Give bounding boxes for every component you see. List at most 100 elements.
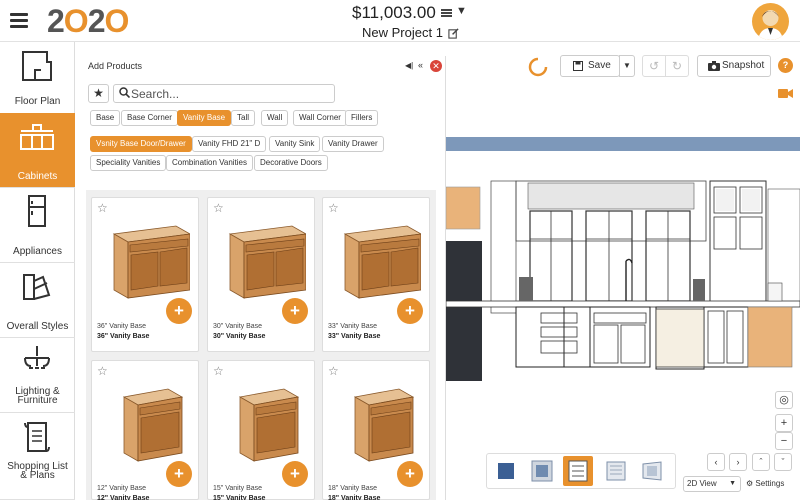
pan-down-icon[interactable]: ˇ bbox=[774, 453, 792, 471]
kitchen-elevation-view[interactable] bbox=[446, 151, 800, 381]
add-product-button[interactable]: + bbox=[282, 461, 308, 487]
product-name: 15" Vanity Base bbox=[213, 485, 263, 492]
pan-left-icon[interactable]: ‹ bbox=[707, 453, 725, 471]
product-card[interactable]: ☆ +36" Vanity Base 36" Vanity Base bbox=[91, 197, 199, 352]
appliances-icon bbox=[28, 195, 46, 227]
sidebar-item-label: Cabinets bbox=[17, 171, 58, 182]
save-options-chevron-icon[interactable]: ▼ bbox=[619, 55, 635, 77]
zoom-out-button[interactable]: − bbox=[775, 432, 793, 450]
settings-button[interactable]: ⚙ Settings bbox=[746, 476, 792, 492]
hamburger-menu-icon[interactable] bbox=[10, 13, 28, 28]
favorites-star-icon[interactable]: ★ bbox=[88, 84, 109, 103]
snapshot-label: Snapshot bbox=[722, 60, 765, 71]
collapse-icon[interactable]: « bbox=[418, 60, 428, 70]
pin-icon[interactable]: ◀| bbox=[405, 61, 415, 71]
list-icon[interactable] bbox=[441, 8, 452, 18]
snapshot-button[interactable]: Snapshot bbox=[697, 55, 771, 77]
close-icon[interactable]: ✕ bbox=[430, 60, 442, 72]
zoom-in-button[interactable]: + bbox=[775, 414, 793, 432]
product-card[interactable]: ☆ +18" Vanity Base 18" Vanity Base bbox=[322, 360, 430, 500]
view-elevation-icon[interactable] bbox=[563, 456, 593, 486]
product-name: 12" Vanity Base bbox=[97, 485, 147, 492]
subcategory-chip[interactable]: Speciality Vanities bbox=[90, 155, 167, 171]
left-sidebar: Floor Plan Cabinets Appliances Overall S… bbox=[0, 42, 75, 500]
sidebar-item-lighting[interactable]: Lighting & Furniture bbox=[0, 338, 75, 413]
chevron-down-icon[interactable]: ▼ bbox=[456, 5, 467, 17]
shopping-list-icon bbox=[24, 422, 50, 452]
locate-icon[interactable]: ◎ bbox=[775, 391, 793, 409]
edit-icon[interactable] bbox=[448, 28, 459, 39]
sidebar-item-label: Floor Plan bbox=[14, 96, 61, 107]
top-header: 2O2O $11,003.00 ▼ New Project 1 bbox=[0, 0, 800, 42]
project-price[interactable]: $11,003.00 bbox=[352, 3, 436, 23]
add-product-button[interactable]: + bbox=[397, 461, 423, 487]
sidebar-item-appliances[interactable]: Appliances bbox=[0, 188, 75, 263]
cabinet-image bbox=[333, 212, 423, 304]
styles-icon bbox=[23, 274, 51, 300]
subcategory-chip[interactable]: Vanity Sink bbox=[269, 136, 321, 152]
sidebar-item-shopping-list[interactable]: Shopping List & Plans bbox=[0, 413, 75, 500]
cabinets-icon bbox=[20, 124, 54, 150]
pan-controls: ‹ › ˆ ˇ bbox=[707, 453, 793, 471]
add-product-button[interactable]: + bbox=[397, 298, 423, 324]
product-title: 18" Vanity Base bbox=[328, 495, 381, 500]
add-product-button[interactable]: + bbox=[166, 461, 192, 487]
product-title: 12" Vanity Base bbox=[97, 495, 150, 500]
view-side-icon[interactable] bbox=[601, 456, 631, 486]
category-chip[interactable]: Base Corner bbox=[121, 110, 178, 126]
chevron-down-icon: ▼ bbox=[729, 480, 736, 487]
cabinet-image bbox=[102, 375, 190, 467]
add-product-button[interactable]: + bbox=[282, 298, 308, 324]
subcategory-chip[interactable]: Vsnity Base Door/Drawer bbox=[90, 136, 192, 152]
subcategory-chip[interactable]: Decorative Doors bbox=[254, 155, 328, 171]
floppy-disk-icon bbox=[573, 61, 583, 71]
view-3d-icon[interactable] bbox=[637, 456, 667, 486]
sidebar-item-floor-plan[interactable]: Floor Plan bbox=[0, 42, 75, 117]
view-front-icon[interactable] bbox=[527, 456, 557, 486]
sidebar-item-label-line2: & Plans bbox=[20, 470, 55, 481]
subcategory-chip[interactable]: Combination Vanities bbox=[166, 155, 254, 171]
subcategory-chip[interactable]: Vanity Drawer bbox=[322, 136, 384, 152]
product-card[interactable]: ☆ +15" Vanity Base 15" Vanity Base bbox=[207, 360, 315, 500]
save-label: Save bbox=[588, 60, 611, 71]
view-mode-select[interactable]: 2D View ▼ bbox=[683, 476, 741, 492]
panel-title: Add Products bbox=[88, 61, 143, 71]
view-top-icon[interactable] bbox=[491, 456, 521, 486]
user-avatar[interactable] bbox=[752, 3, 789, 40]
undo-icon[interactable]: ↺ bbox=[642, 55, 666, 77]
video-camera-icon[interactable] bbox=[778, 86, 793, 101]
category-chip[interactable]: Tall bbox=[231, 110, 256, 126]
wall-band bbox=[446, 137, 800, 151]
pan-right-icon[interactable]: › bbox=[729, 453, 747, 471]
category-chip[interactable]: Fillers bbox=[345, 110, 379, 126]
product-title: 36" Vanity Base bbox=[97, 333, 150, 340]
category-chip[interactable]: Base bbox=[90, 110, 121, 126]
cabinet-image bbox=[333, 375, 421, 467]
save-button[interactable]: Save bbox=[560, 55, 620, 77]
redo-icon[interactable]: ↻ bbox=[665, 55, 689, 77]
search-input[interactable] bbox=[131, 85, 331, 102]
subcategory-chip[interactable]: Vanity FHD 21" D bbox=[192, 136, 267, 152]
project-name[interactable]: New Project 1 bbox=[362, 25, 443, 40]
add-product-button[interactable]: + bbox=[166, 298, 192, 324]
product-card[interactable]: ☆ +30" Vanity Base 30" Vanity Base bbox=[207, 197, 315, 352]
product-name: 33" Vanity Base bbox=[328, 323, 378, 330]
category-chip[interactable]: Vanity Base bbox=[177, 110, 232, 126]
product-card[interactable]: ☆ +33" Vanity Base 33" Vanity Base bbox=[322, 197, 430, 352]
category-chip[interactable]: Wall bbox=[261, 110, 289, 126]
floor-plan-icon bbox=[22, 51, 52, 81]
product-name: 36" Vanity Base bbox=[97, 323, 147, 330]
zoom-controls: ◎ + − bbox=[775, 391, 793, 451]
pan-up-icon[interactable]: ˆ bbox=[752, 453, 770, 471]
camera-icon bbox=[708, 61, 720, 71]
product-title: 15" Vanity Base bbox=[213, 495, 266, 500]
product-card[interactable]: ☆ +12" Vanity Base 12" Vanity Base bbox=[91, 360, 199, 500]
help-button[interactable]: ? bbox=[778, 58, 793, 73]
sidebar-item-cabinets[interactable]: Cabinets bbox=[0, 113, 75, 188]
product-name: 30" Vanity Base bbox=[213, 323, 263, 330]
category-chip[interactable]: Wall Corner bbox=[293, 110, 347, 126]
sidebar-item-overall-styles[interactable]: Overall Styles bbox=[0, 263, 75, 338]
view-mode-toolbar bbox=[486, 453, 676, 489]
logo-2020: 2O2O bbox=[47, 3, 129, 39]
product-title: 33" Vanity Base bbox=[328, 333, 381, 340]
